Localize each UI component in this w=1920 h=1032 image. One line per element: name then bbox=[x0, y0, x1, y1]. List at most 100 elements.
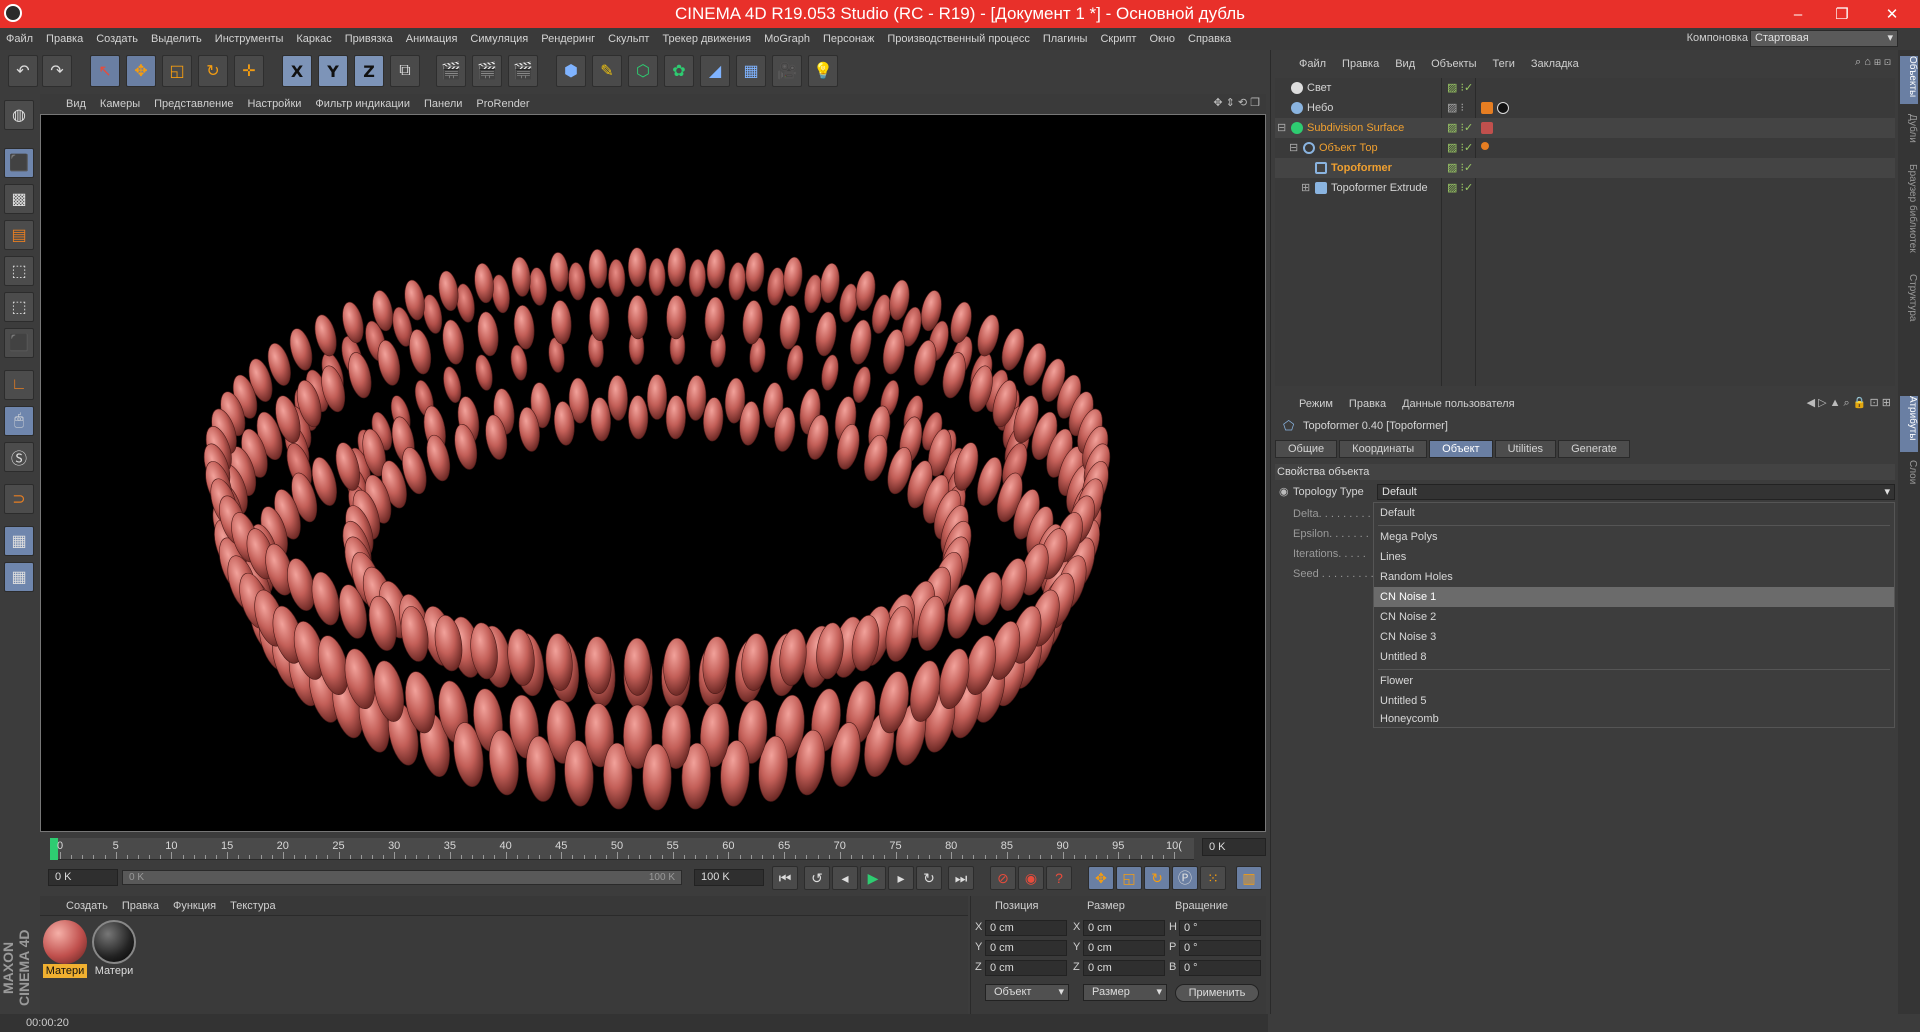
apply-button[interactable]: Применить bbox=[1175, 984, 1259, 1002]
keyframe-selection-button[interactable]: ? bbox=[1046, 866, 1072, 890]
menu-animate[interactable]: Анимация bbox=[406, 33, 458, 45]
side-tab-layers[interactable]: Слои bbox=[1900, 460, 1918, 496]
material-tag-icon[interactable] bbox=[1497, 102, 1509, 114]
side-tab-attributes[interactable]: Атрибуты bbox=[1900, 396, 1918, 452]
light-button[interactable]: 💡 bbox=[808, 55, 838, 87]
key-pla-button[interactable]: ⁙ bbox=[1200, 866, 1226, 890]
tweak-mode-button[interactable]: 🖱 bbox=[4, 406, 34, 436]
menu-script[interactable]: Скрипт bbox=[1100, 33, 1136, 45]
tab-basic[interactable]: Общие bbox=[1275, 440, 1338, 458]
dropdown-option[interactable]: Random Holes bbox=[1374, 567, 1894, 587]
axis-mode-button[interactable]: ∟ bbox=[4, 370, 34, 400]
dropdown-option[interactable]: Default bbox=[1374, 503, 1894, 523]
vp-menu-cameras[interactable]: Камеры bbox=[100, 98, 140, 110]
side-tab-objects[interactable]: Объекты bbox=[1900, 56, 1918, 104]
live-selection-button[interactable]: ↖ bbox=[90, 55, 120, 87]
camera-button[interactable]: 🎥 bbox=[772, 55, 802, 87]
go-to-end-button[interactable]: ⏭ bbox=[948, 866, 974, 890]
dropdown-option[interactable]: Lines bbox=[1374, 547, 1894, 567]
previous-key-button[interactable]: ↺ bbox=[804, 866, 830, 890]
collapse-icon[interactable]: ⊟ bbox=[1277, 118, 1286, 138]
material-swatch-dark[interactable]: Матери bbox=[92, 920, 136, 978]
go-to-start-button[interactable]: ⏮ bbox=[772, 866, 798, 890]
position-x-field[interactable]: 0 cm bbox=[985, 920, 1067, 936]
recent-tools-button[interactable]: ✛ bbox=[234, 55, 264, 87]
menu-edit[interactable]: Правка bbox=[46, 33, 83, 45]
material-tag-icon[interactable] bbox=[1481, 122, 1493, 134]
close-button[interactable]: ✕ bbox=[1864, 0, 1920, 28]
attr-menu-edit[interactable]: Правка bbox=[1349, 398, 1386, 410]
autokey-button[interactable]: ◉ bbox=[1018, 866, 1044, 890]
deformer-button[interactable]: ◢ bbox=[700, 55, 730, 87]
tab-utilities[interactable]: Utilities bbox=[1494, 440, 1557, 458]
obj-menu-objects[interactable]: Объекты bbox=[1431, 58, 1476, 70]
visibility-check-icon[interactable]: ▨ ⁝✓ bbox=[1447, 118, 1473, 138]
obj-menu-view[interactable]: Вид bbox=[1395, 58, 1415, 70]
object-row-light[interactable]: Свет ▨ ⁝✓ bbox=[1275, 78, 1895, 98]
vp-menu-prorender[interactable]: ProRender bbox=[476, 98, 529, 110]
minimize-button[interactable]: – bbox=[1776, 0, 1820, 28]
menu-pipeline[interactable]: Производственный процесс bbox=[887, 33, 1029, 45]
tag-icon[interactable] bbox=[1481, 142, 1489, 150]
timeline-ruler[interactable]: 0 5 10 15 20 25 30 35 40 45 50 55 60 65 70 75 80 85 90 95 10… bbox=[50, 838, 1194, 860]
object-row-topoformer[interactable]: Topoformer ▨ ⁝✓ bbox=[1275, 158, 1895, 178]
menu-file[interactable]: Файл bbox=[6, 33, 33, 45]
menu-render[interactable]: Рендеринг bbox=[541, 33, 595, 45]
obj-menu-file[interactable]: Файл bbox=[1299, 58, 1326, 70]
visibility-check-icon[interactable]: ▨ ⁝ bbox=[1447, 98, 1464, 118]
size-y-field[interactable]: 0 cm bbox=[1083, 940, 1165, 956]
preview-range-slider[interactable]: 0 K 100 K bbox=[122, 870, 682, 885]
menu-snap[interactable]: Привязка bbox=[345, 33, 393, 45]
object-manager-tools-icons[interactable]: ⌕ ⌂ ⊞ ⊡ bbox=[1855, 56, 1891, 69]
y-axis-lock-button[interactable]: Y bbox=[318, 55, 348, 87]
object-row-sky[interactable]: Небо ▨ ⁝ bbox=[1275, 98, 1895, 118]
3d-viewport[interactable] bbox=[40, 114, 1266, 832]
rotation-p-field[interactable]: 0 ° bbox=[1179, 940, 1261, 956]
menu-sculpt[interactable]: Скульпт bbox=[608, 33, 649, 45]
key-rotation-button[interactable]: ↻ bbox=[1144, 866, 1170, 890]
render-settings-button[interactable]: 🎬 bbox=[508, 55, 538, 87]
magnet-button[interactable]: ⊃ bbox=[4, 484, 34, 514]
visibility-check-icon[interactable]: ▨ ⁝✓ bbox=[1447, 78, 1473, 98]
position-y-field[interactable]: 0 cm bbox=[985, 940, 1067, 956]
x-axis-lock-button[interactable]: X bbox=[282, 55, 312, 87]
menu-motion-tracker[interactable]: Трекер движения bbox=[662, 33, 751, 45]
undo-button[interactable]: ↶ bbox=[8, 55, 38, 87]
move-button[interactable]: ✥ bbox=[126, 55, 156, 87]
rotation-b-field[interactable]: 0 ° bbox=[1179, 960, 1261, 976]
menu-create[interactable]: Создать bbox=[96, 33, 138, 45]
side-tab-takes[interactable]: Дубли bbox=[1900, 114, 1918, 154]
visibility-check-icon[interactable]: ▨ ⁝✓ bbox=[1447, 138, 1473, 158]
vp-menu-view[interactable]: Вид bbox=[66, 98, 86, 110]
attribute-nav-icons[interactable]: ◀ ▷ ▲ ⌕ 🔒 ⊡ ⊞ bbox=[1807, 396, 1891, 410]
topology-type-select[interactable]: Default ▾ bbox=[1377, 484, 1895, 500]
scale-button[interactable]: ◱ bbox=[162, 55, 192, 87]
edges-mode-button[interactable]: ⬚ bbox=[4, 292, 34, 322]
tab-coordinates[interactable]: Координаты bbox=[1339, 440, 1428, 458]
menu-window[interactable]: Окно bbox=[1149, 33, 1175, 45]
render-view-button[interactable]: 🎬 bbox=[436, 55, 466, 87]
redo-button[interactable]: ↷ bbox=[42, 55, 72, 87]
start-frame-field[interactable]: 0 K bbox=[48, 869, 118, 886]
rotation-h-field[interactable]: 0 ° bbox=[1179, 920, 1261, 936]
layout-select[interactable]: Стартовая ▾ bbox=[1750, 30, 1898, 47]
subdivision-surface-button[interactable]: ⬡ bbox=[628, 55, 658, 87]
texture-mode-button[interactable]: ▩ bbox=[4, 184, 34, 214]
dropdown-option[interactable]: CN Noise 3 bbox=[1374, 627, 1894, 647]
snap-button[interactable]: Ⓢ bbox=[4, 442, 34, 472]
tag-icon[interactable] bbox=[1481, 102, 1493, 114]
menu-simulate[interactable]: Симуляция bbox=[470, 33, 528, 45]
obj-menu-tags[interactable]: Теги bbox=[1493, 58, 1515, 70]
points-mode-button[interactable]: ⬚ bbox=[4, 256, 34, 286]
menu-character[interactable]: Персонаж bbox=[823, 33, 874, 45]
maximize-button[interactable]: ❐ bbox=[1820, 0, 1864, 28]
mat-menu-texture[interactable]: Текстура bbox=[230, 900, 275, 912]
menu-help[interactable]: Справка bbox=[1188, 33, 1231, 45]
pen-button[interactable]: ✎ bbox=[592, 55, 622, 87]
visibility-check-icon[interactable]: ▨ ⁝✓ bbox=[1447, 178, 1473, 198]
menu-plugins[interactable]: Плагины bbox=[1043, 33, 1088, 45]
end-frame-field[interactable]: 100 K bbox=[694, 869, 764, 886]
dropdown-option[interactable]: Untitled 5 bbox=[1374, 691, 1894, 711]
attr-menu-mode[interactable]: Режим bbox=[1299, 398, 1333, 410]
mat-menu-function[interactable]: Функция bbox=[173, 900, 216, 912]
